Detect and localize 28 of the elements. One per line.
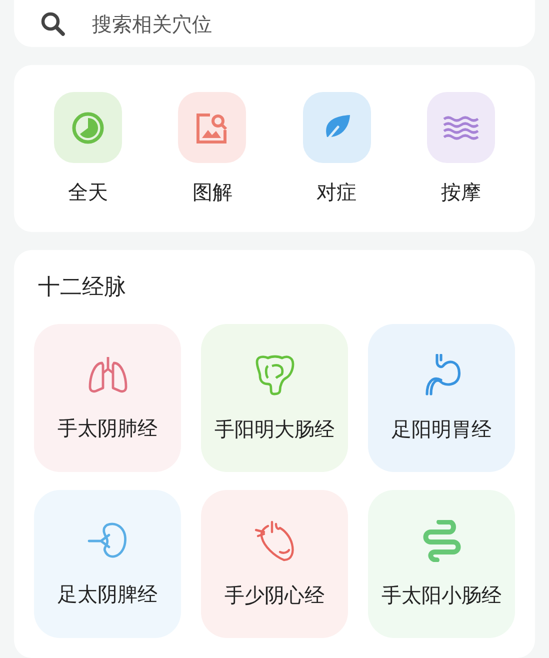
- meridian-tile[interactable]: 足阳明胃经: [368, 324, 515, 472]
- shortcut-label: 全天: [68, 179, 108, 206]
- shortcut-tile[interactable]: [178, 92, 246, 163]
- meridian-tile[interactable]: 手太阴肺经: [34, 324, 181, 472]
- meridian-tile[interactable]: 足太阴脾经: [34, 490, 181, 638]
- meridian-tile[interactable]: 手太阳小肠经: [368, 490, 515, 638]
- small-intestine-icon: [420, 520, 462, 562]
- kidney-icon: [86, 520, 128, 560]
- meridian-label: 手少阴心经: [224, 582, 324, 608]
- section-title: 十二经脉: [37, 274, 127, 302]
- meridian-label: 足太阴脾经: [58, 580, 158, 608]
- meridian-tile[interactable]: 手阳明大肠经: [201, 324, 348, 472]
- search-field[interactable]: 搜索相关穴位: [90, 10, 535, 36]
- meridian-label: 足阳明胃经: [392, 416, 492, 442]
- meridian-tile[interactable]: 手少阴心经: [201, 490, 348, 638]
- meridian-label: 手阳明大肠经: [214, 416, 334, 442]
- shortcut-label: 对症: [316, 179, 357, 206]
- intestine-icon: [254, 354, 296, 396]
- shortcut-label: 按摩: [440, 179, 481, 206]
- shortcut-tile[interactable]: [54, 92, 122, 163]
- search-bar[interactable]: 搜索相关穴位: [14, 0, 535, 47]
- shortcut-tile[interactable]: [426, 92, 495, 163]
- shortcut-label: 图解: [192, 179, 232, 206]
- meridian-label: 手太阳小肠经: [382, 582, 502, 608]
- lungs-icon: [86, 354, 128, 394]
- meridian-label: 手太阴肺经: [58, 414, 158, 442]
- clock-icon: [70, 110, 106, 146]
- shortcut-tile[interactable]: [302, 92, 371, 163]
